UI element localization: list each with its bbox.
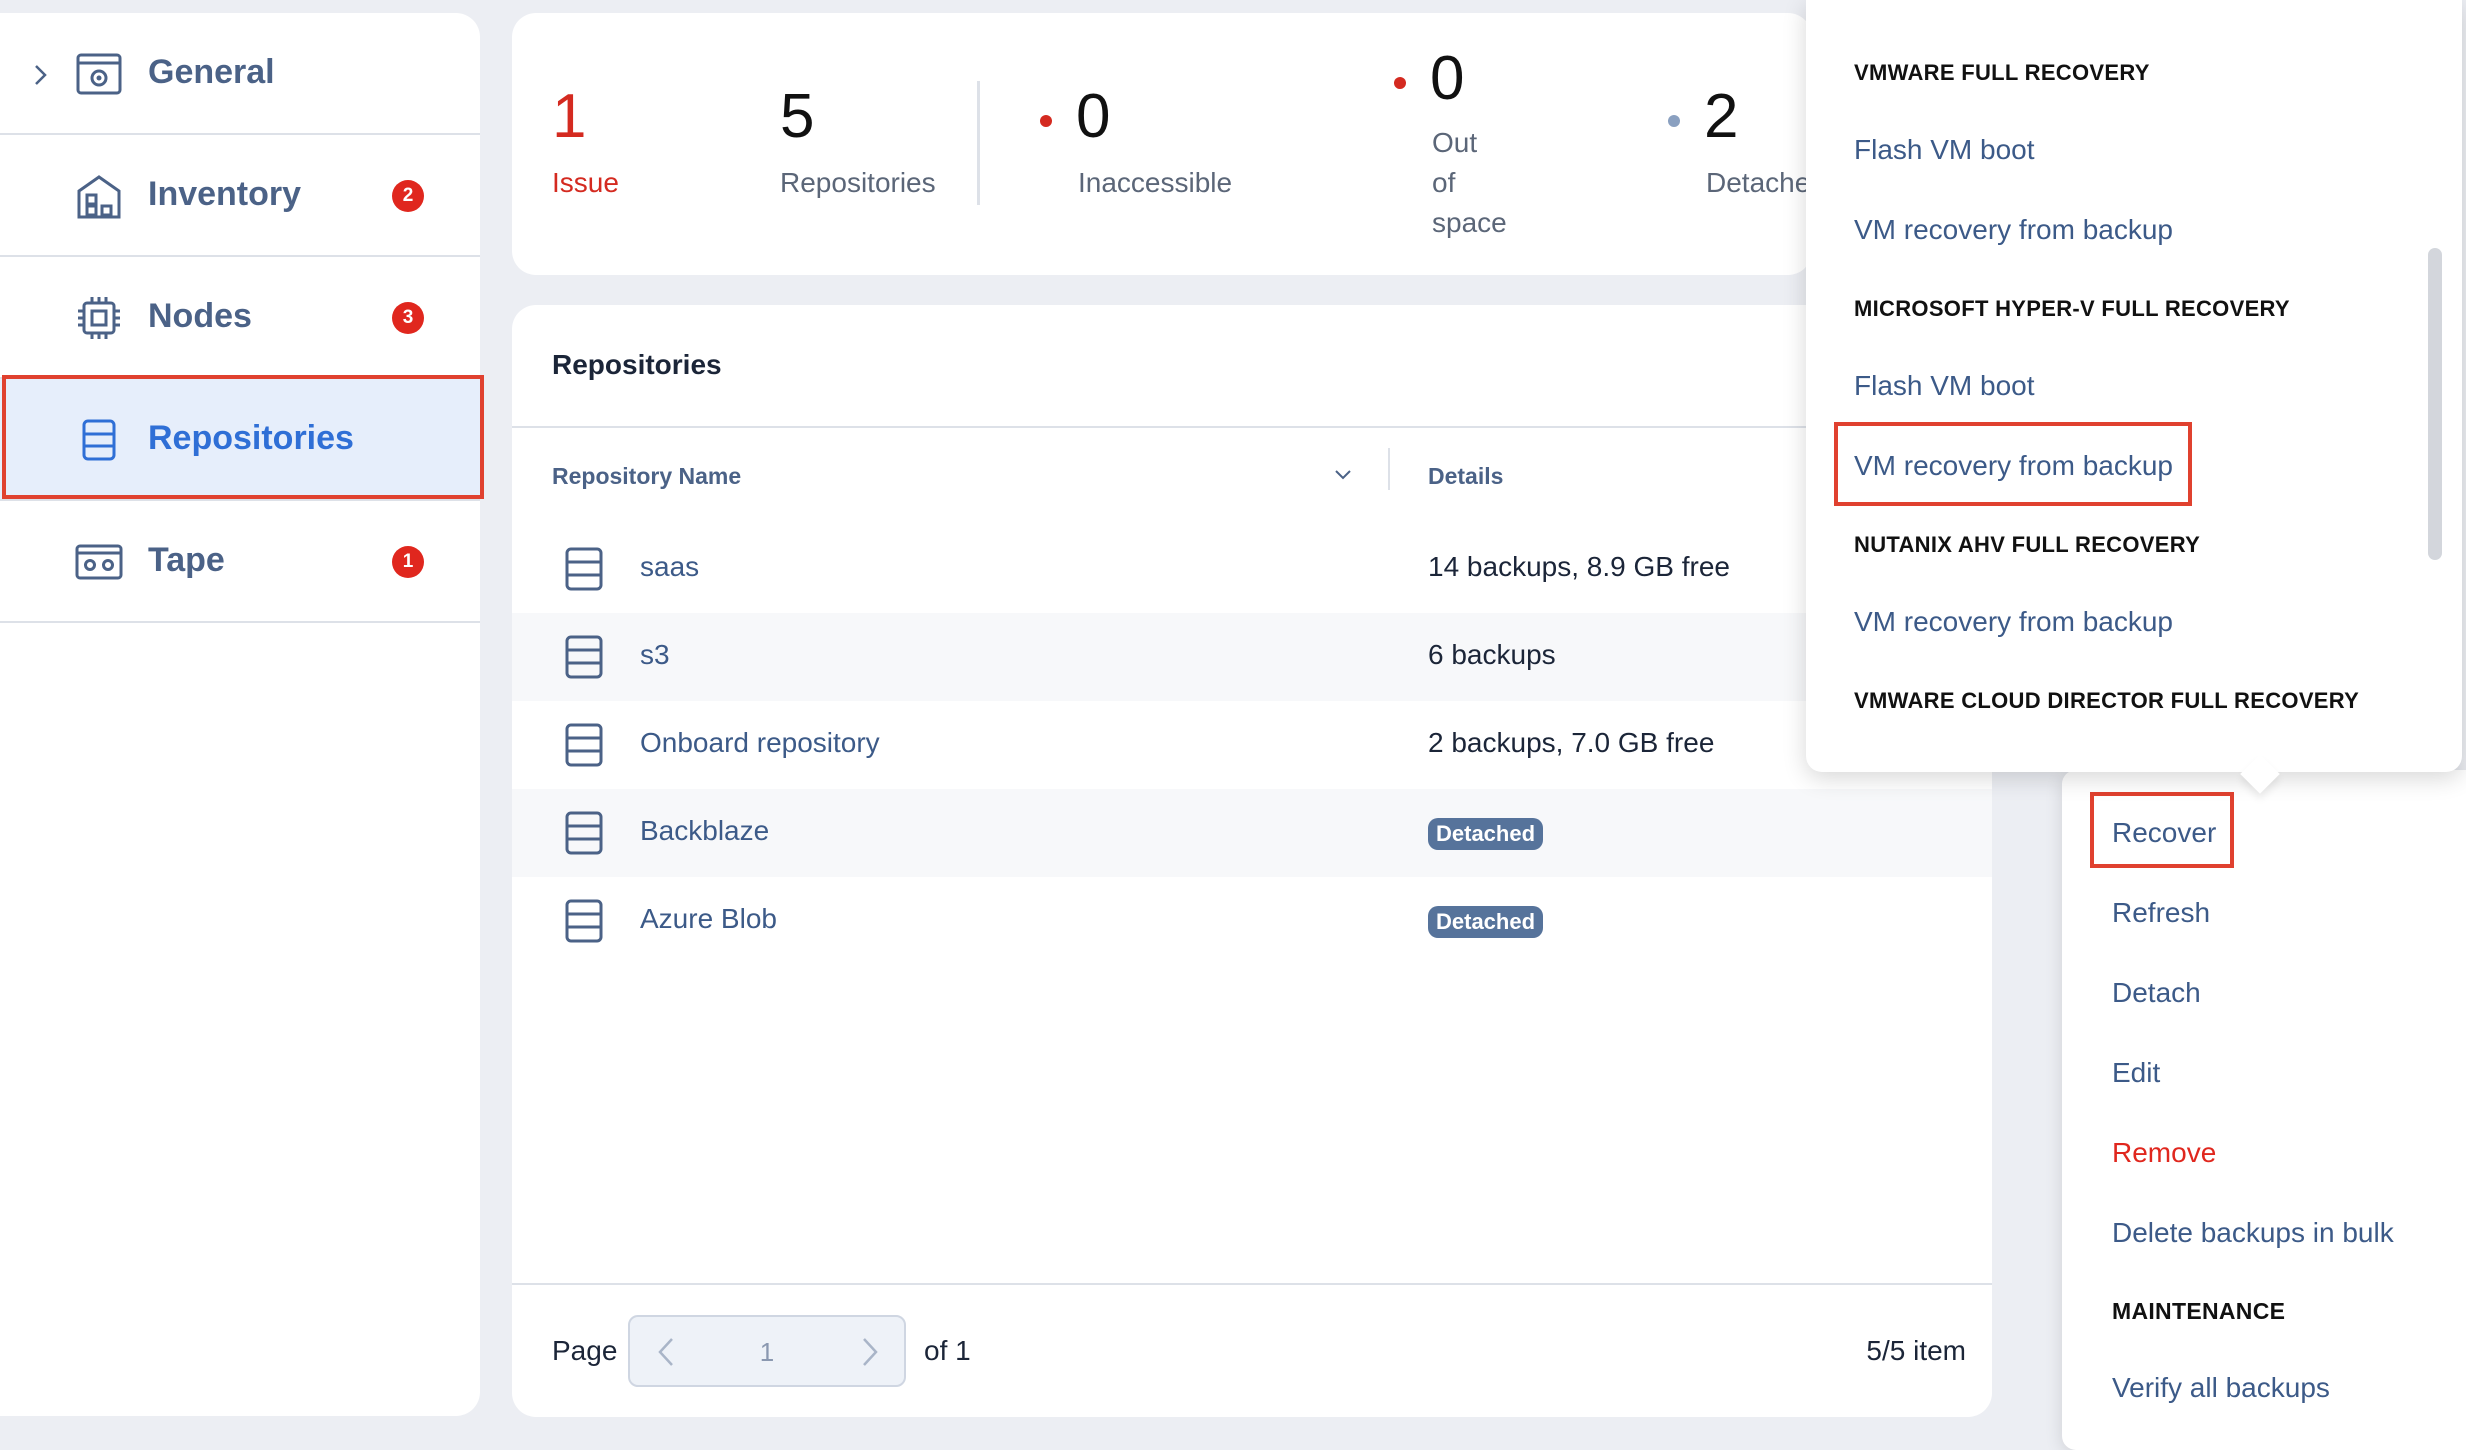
- out-of-space-label-line: Out: [1432, 127, 1478, 158]
- count-badge: 1: [392, 546, 424, 578]
- vcd-recovery-header: VMWARE CLOUD DIRECTOR FULL RECOVERY: [1854, 688, 2360, 713]
- repository-details: 14 backups, 8.9 GB free: [1428, 551, 1730, 582]
- divider: [512, 426, 1992, 428]
- status-badge: Detached: [1428, 818, 1544, 850]
- repository-name-link[interactable]: s3: [640, 639, 670, 671]
- status-badge: Detached: [1428, 906, 1544, 938]
- items-count-label: 5/5 item: [1866, 1335, 1966, 1366]
- building-icon: [77, 175, 121, 219]
- recovery-submenu: VMWARE FULL RECOVERY Flash VM boot VM re…: [1806, 0, 2462, 794]
- vmware-flash-vm-boot-item[interactable]: Flash VM boot: [1854, 134, 2035, 166]
- issue-count: 1: [552, 82, 587, 151]
- gear-icon: [76, 53, 122, 95]
- column-header-details[interactable]: Details: [1428, 463, 1503, 490]
- repository-name-link[interactable]: Backblaze: [640, 815, 769, 847]
- recover-menu-item[interactable]: Recover: [2112, 817, 2216, 849]
- table-row[interactable]: Backblaze Detached: [512, 789, 1992, 877]
- hyperv-recovery-header: MICROSOFT HYPER-V FULL RECOVERY: [1854, 296, 2290, 321]
- page-label: Page: [552, 1335, 618, 1366]
- detached-count: 2: [1704, 82, 1739, 151]
- issue-label: Issue: [552, 167, 619, 198]
- column-header-name[interactable]: Repository Name: [552, 463, 741, 490]
- hyperv-vm-recovery-item[interactable]: VM recovery from backup: [1854, 450, 2173, 482]
- database-icon: [565, 635, 603, 679]
- nutanix-recovery-header: NUTANIX AHV FULL RECOVERY: [1854, 532, 2201, 557]
- delete-backups-bulk-menu-item[interactable]: Delete backups in bulk: [2112, 1217, 2394, 1249]
- sidebar-item-repositories[interactable]: Repositories: [0, 379, 480, 501]
- stats-card: 1 Issue 5 Repositories 0 Inaccessible 0 …: [512, 13, 1812, 275]
- repository-name-link[interactable]: Onboard repository: [640, 727, 880, 759]
- status-dot-red: [1394, 77, 1406, 89]
- repository-name-link[interactable]: saas: [640, 551, 699, 583]
- detached-label: Detache: [1706, 167, 1811, 198]
- edit-menu-item[interactable]: Edit: [2112, 1057, 2160, 1089]
- repository-details: 2 backups, 7.0 GB free: [1428, 727, 1715, 758]
- repositories-label: Repositories: [780, 167, 936, 198]
- table-row[interactable]: saas 14 backups, 8.9 GB free: [512, 525, 1992, 613]
- repository-details: 6 backups: [1428, 639, 1556, 670]
- detach-menu-item[interactable]: Detach: [2112, 977, 2201, 1009]
- sidebar-item-label: Nodes: [148, 297, 252, 335]
- sidebar-item-general[interactable]: General: [0, 13, 480, 135]
- chip-icon: [78, 297, 120, 339]
- sidebar-item-nodes[interactable]: Nodes 3: [0, 257, 480, 379]
- sidebar-item-tape[interactable]: Tape 1: [0, 501, 480, 623]
- page-count-label: of 1: [924, 1335, 971, 1366]
- pagination-control: 1: [628, 1315, 906, 1387]
- vmware-vm-recovery-item[interactable]: VM recovery from backup: [1854, 214, 2173, 246]
- divider: [512, 1283, 1992, 1285]
- database-icon: [82, 419, 116, 461]
- sidebar-item-label: Repositories: [148, 419, 354, 457]
- repository-name-link[interactable]: Azure Blob: [640, 903, 777, 935]
- nutanix-vm-recovery-item[interactable]: VM recovery from backup: [1854, 606, 2173, 638]
- repositories-card: Repositories Repository Name Details saa…: [512, 305, 1992, 1417]
- database-icon: [565, 547, 603, 591]
- scrollbar[interactable]: [2428, 248, 2442, 560]
- sidebar-item-label: General: [148, 53, 275, 91]
- table-row[interactable]: Azure Blob Detached: [512, 877, 1992, 965]
- sidebar: General Inventory 2 Nodes 3 Repositories: [0, 13, 480, 1416]
- out-of-space-label-line: of: [1432, 167, 1456, 198]
- out-of-space-count: 0: [1430, 44, 1465, 113]
- database-icon: [565, 811, 603, 855]
- chevron-right-icon[interactable]: [854, 1335, 884, 1369]
- column-divider: [1388, 448, 1390, 490]
- remove-menu-item[interactable]: Remove: [2112, 1137, 2216, 1169]
- status-dot-red: [1040, 115, 1052, 127]
- repositories-count: 5: [780, 82, 815, 151]
- database-icon: [565, 899, 603, 943]
- verify-all-backups-menu-item[interactable]: Verify all backups: [2112, 1372, 2330, 1404]
- refresh-menu-item[interactable]: Refresh: [2112, 897, 2210, 929]
- database-icon: [565, 723, 603, 767]
- chevron-down-icon[interactable]: [1332, 463, 1354, 485]
- sidebar-item-label: Inventory: [148, 175, 302, 213]
- out-of-space-label-line: space: [1432, 207, 1507, 238]
- inaccessible-label: Inaccessible: [1078, 167, 1233, 198]
- count-badge: 3: [392, 302, 424, 334]
- chevron-right-icon[interactable]: [28, 63, 52, 87]
- sidebar-item-inventory[interactable]: Inventory 2: [0, 135, 480, 257]
- maintenance-section-header: MAINTENANCE: [2112, 1298, 2286, 1324]
- sidebar-item-label: Tape: [148, 541, 225, 579]
- stats-divider: [977, 81, 980, 205]
- vmware-recovery-header: VMWARE FULL RECOVERY: [1854, 60, 2150, 85]
- status-dot-grey: [1668, 115, 1680, 127]
- row-action-menu: Recover Refresh Detach Edit Remove Delet…: [2062, 770, 2466, 1450]
- inaccessible-count: 0: [1076, 82, 1111, 151]
- count-badge: 2: [392, 180, 424, 212]
- hyperv-flash-vm-boot-item[interactable]: Flash VM boot: [1854, 370, 2035, 402]
- card-title: Repositories: [552, 349, 722, 380]
- table-row[interactable]: s3 6 backups: [512, 613, 1992, 701]
- table-row[interactable]: Onboard repository 2 backups, 7.0 GB fre…: [512, 701, 1992, 789]
- tape-icon: [75, 544, 123, 580]
